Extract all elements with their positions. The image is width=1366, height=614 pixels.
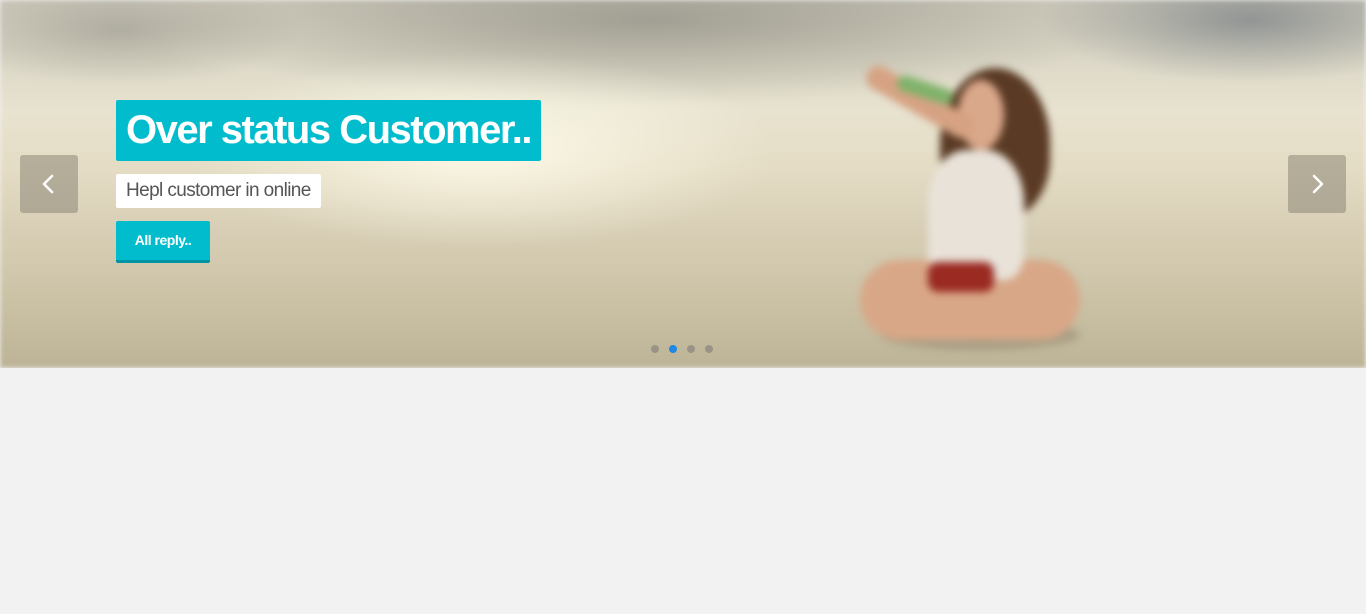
slide-indicator-dot[interactable]: [705, 345, 713, 353]
slide-photo-woman-drinking: [820, 50, 1120, 360]
chevron-right-icon: [1312, 174, 1324, 194]
chevron-left-icon: [42, 174, 54, 194]
slide-title: Over status Customer..: [116, 100, 541, 161]
slide-indicator-dot[interactable]: [687, 345, 695, 353]
prev-slide-button[interactable]: [20, 155, 78, 213]
slide-indicator-dot[interactable]: [651, 345, 659, 353]
slide-indicator-dot[interactable]: [669, 345, 677, 353]
next-slide-button[interactable]: [1288, 155, 1346, 213]
hero-slider: Over status Customer.. Hepl customer in …: [0, 0, 1366, 368]
all-reply-button[interactable]: All reply..: [116, 221, 210, 263]
slide-caption: Over status Customer.. Hepl customer in …: [116, 100, 541, 263]
slide-subtitle: Hepl customer in online: [116, 174, 321, 208]
slide-indicators: [651, 345, 713, 353]
